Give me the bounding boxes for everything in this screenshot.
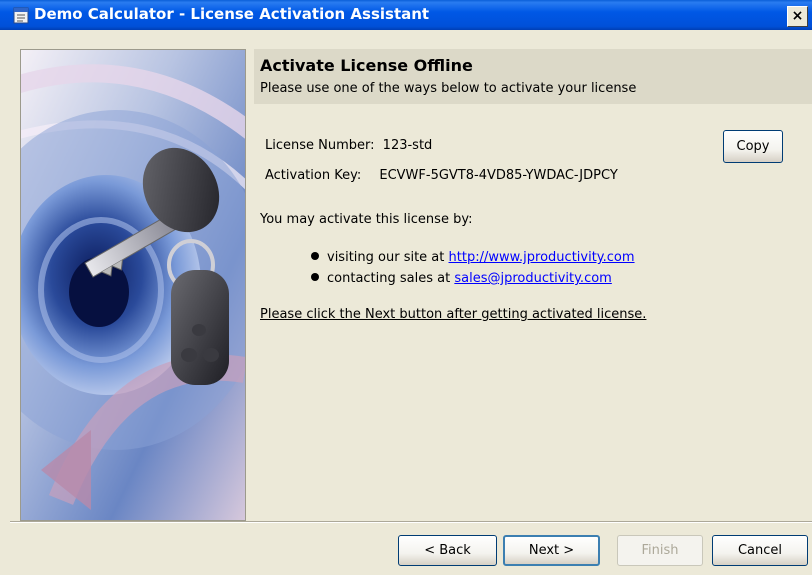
close-button[interactable]: × (787, 6, 808, 27)
activation-key-value: ECVWF-5GVT8-4VD85-YWDAC-JDPCY (379, 168, 618, 183)
website-link[interactable]: http://www.jproductivity.com (449, 250, 635, 265)
page-title: Activate License Offline (260, 56, 473, 75)
next-button[interactable]: Next > (503, 535, 600, 566)
license-number-row: License Number: 123-std (265, 138, 432, 153)
license-number-value: 123-std (382, 138, 433, 153)
activation-key-label: Activation Key: (265, 168, 362, 183)
email-link[interactable]: sales@jproductivity.com (454, 271, 612, 286)
key-illustration-graphic (21, 50, 245, 520)
footer-divider (10, 521, 812, 523)
license-number-label: License Number: (265, 138, 375, 153)
next-instruction: Please click the Next button after getti… (260, 307, 647, 322)
copy-button[interactable]: Copy (723, 130, 783, 163)
activation-key-row: Activation Key: ECVWF-5GVT8-4VD85-YWDAC-… (265, 168, 618, 183)
bullet-icon (311, 273, 319, 281)
option-prefix: contacting sales at (327, 271, 451, 286)
activation-intro: You may activate this license by: (260, 212, 473, 227)
window-title: Demo Calculator - License Activation Ass… (34, 5, 430, 23)
activation-option-email: contacting sales at sales@jproductivity.… (311, 271, 612, 286)
finish-button[interactable]: Finish (617, 535, 703, 566)
bullet-icon (311, 252, 319, 260)
header-panel: Activate License Offline Please use one … (254, 49, 812, 104)
app-icon (13, 7, 29, 24)
activation-option-website: visiting our site at http://www.jproduct… (311, 250, 635, 265)
key-illustration (20, 49, 246, 521)
page-subtitle: Please use one of the ways below to acti… (260, 81, 637, 96)
back-button[interactable]: < Back (398, 535, 497, 566)
cancel-button[interactable]: Cancel (712, 535, 808, 566)
title-bar[interactable]: Demo Calculator - License Activation Ass… (0, 0, 812, 30)
option-prefix: visiting our site at (327, 250, 445, 265)
